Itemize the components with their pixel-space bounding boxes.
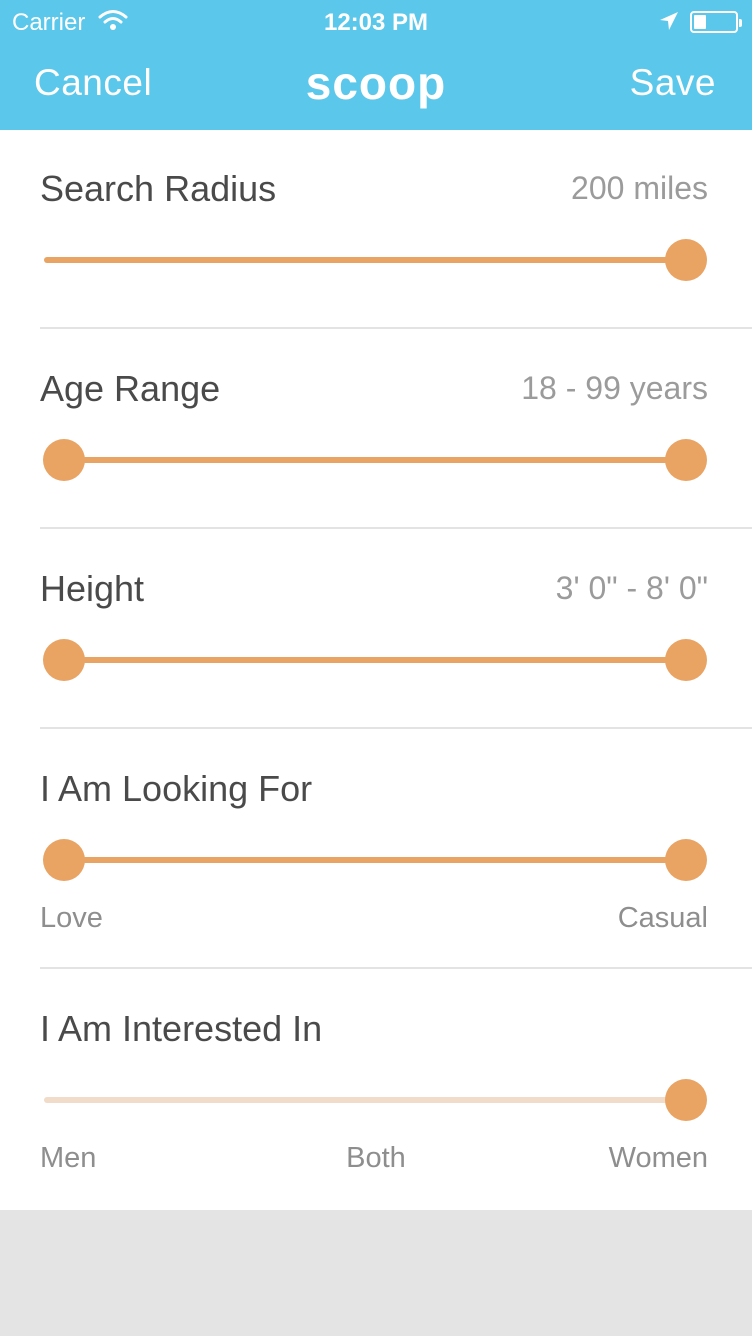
looking-for-track[interactable] — [44, 857, 684, 863]
divider — [40, 727, 752, 729]
clock: 12:03 PM — [323, 9, 429, 36]
search-radius-value: 200 miles — [571, 170, 708, 206]
search-radius-thumb[interactable] — [665, 239, 707, 281]
status-bar: Carrier 12:03 PM — [0, 0, 752, 44]
battery-icon — [690, 11, 742, 33]
age-range-track[interactable] — [44, 457, 684, 463]
divider — [40, 327, 752, 329]
age-range-min-thumb[interactable] — [43, 439, 85, 481]
looking-for-section: I Am Looking For Love Casual — [0, 730, 752, 970]
top-bar: Carrier 12:03 PM Cancel scoop Save — [0, 0, 752, 130]
height-section: Height 3' 0" - 8' 0" — [0, 530, 752, 730]
looking-for-max-caption: Casual — [617, 902, 708, 934]
filters-panel: Search Radius 200 miles Age Range 18 - 9… — [0, 130, 752, 1210]
save-button[interactable]: Save — [630, 62, 716, 104]
search-radius-track[interactable] — [44, 257, 684, 263]
height-label: Height — [40, 568, 145, 609]
location-arrow-icon — [660, 12, 678, 30]
search-radius-section: Search Radius 200 miles — [0, 130, 752, 330]
age-range-section: Age Range 18 - 99 years — [0, 330, 752, 530]
interested-in-track[interactable] — [44, 1097, 684, 1103]
interested-in-label: I Am Interested In — [40, 1008, 323, 1049]
height-track[interactable] — [44, 657, 684, 663]
interested-in-option-women[interactable]: Women — [609, 1142, 708, 1175]
looking-for-max-thumb[interactable] — [665, 839, 707, 881]
divider — [40, 967, 752, 969]
height-min-thumb[interactable] — [43, 639, 85, 681]
looking-for-label: I Am Looking For — [40, 768, 313, 809]
search-radius-label: Search Radius — [40, 168, 277, 209]
interested-in-section: I Am Interested In Men Both Women — [0, 970, 752, 1210]
height-max-thumb[interactable] — [665, 639, 707, 681]
height-value: 3' 0" - 8' 0" — [555, 570, 708, 606]
looking-for-min-thumb[interactable] — [43, 839, 85, 881]
looking-for-min-caption: Love — [40, 902, 103, 934]
age-range-value: 18 - 99 years — [521, 370, 708, 406]
interested-in-thumb[interactable] — [665, 1079, 707, 1121]
divider — [40, 527, 752, 529]
age-range-label: Age Range — [40, 368, 221, 409]
age-range-max-thumb[interactable] — [665, 439, 707, 481]
